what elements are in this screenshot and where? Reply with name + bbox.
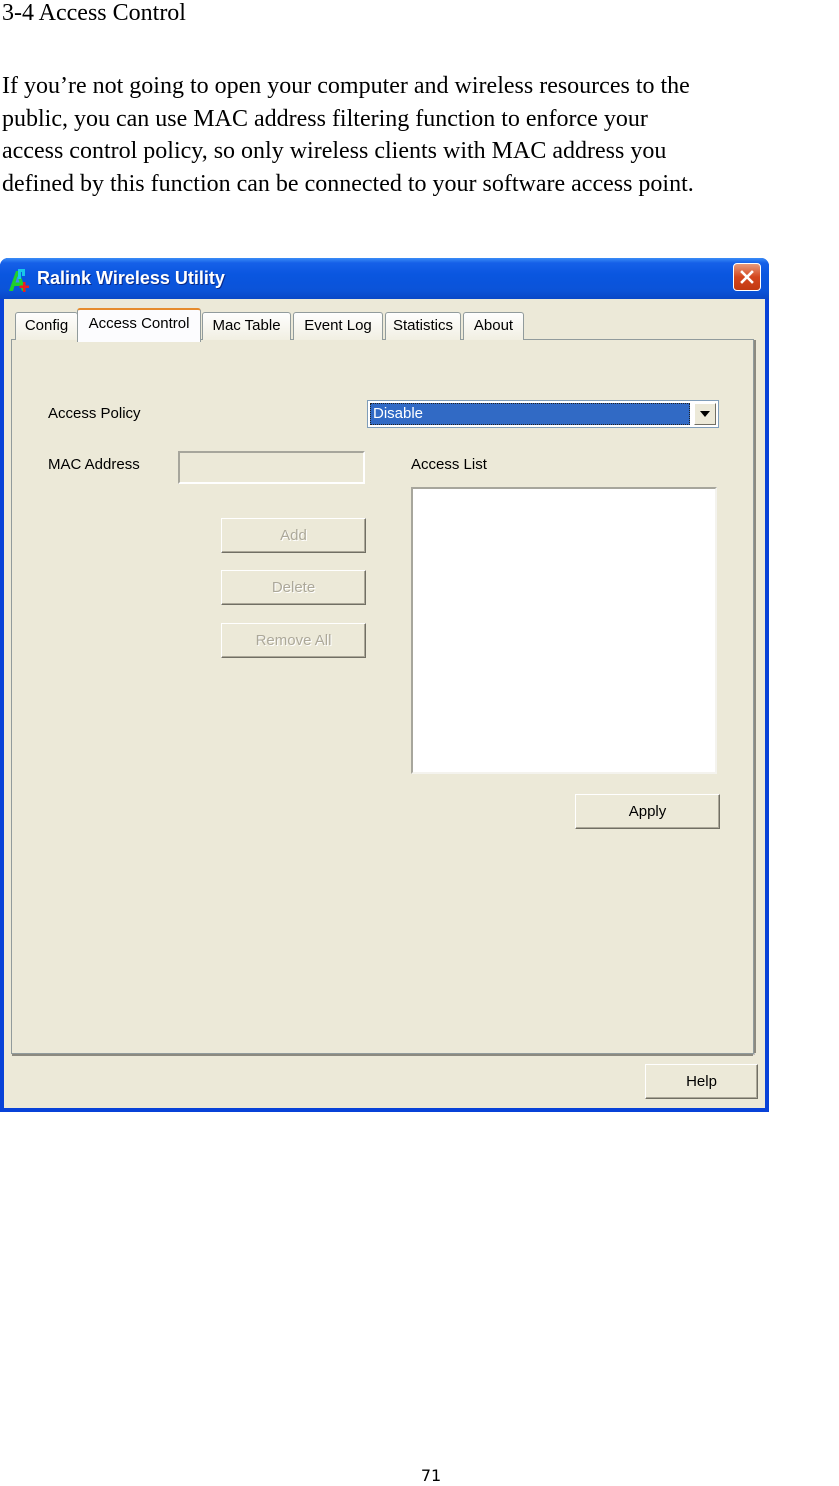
help-button[interactable]: Help [645, 1064, 758, 1099]
close-x-icon [740, 270, 754, 284]
title-bar[interactable]: Ralink Wireless Utility [0, 258, 769, 299]
chevron-down-icon [700, 411, 710, 417]
tab-config[interactable]: Config [15, 312, 78, 340]
window-bottom-border [0, 1108, 769, 1112]
ralink-app-icon [9, 269, 29, 292]
paragraph-line: If you’re not going to open your compute… [2, 73, 690, 99]
apply-button[interactable]: Apply [575, 794, 720, 829]
dropdown-button[interactable] [694, 403, 716, 425]
paragraph-line: public, you can use MAC address filterin… [2, 105, 648, 132]
tab-event-log[interactable]: Event Log [293, 312, 383, 340]
add-button[interactable]: Add [221, 518, 366, 553]
access-policy-label: Access Policy [48, 405, 141, 422]
paragraph-line: defined by this function can be connecte… [2, 170, 694, 197]
paragraph-line: access control policy, so only wireless … [2, 138, 667, 164]
page-number: 71 [420, 1466, 442, 1485]
doc-paragraph: If you’re not going to open your compute… [2, 70, 839, 200]
close-button[interactable] [733, 263, 761, 291]
remove-all-button[interactable]: Remove All [221, 623, 366, 658]
delete-button[interactable]: Delete [221, 570, 366, 605]
doc-heading: 3-4 Access Control [2, 0, 186, 26]
access-list-label: Access List [411, 456, 487, 473]
access-policy-value: Disable [370, 403, 690, 425]
tab-statistics[interactable]: Statistics [385, 312, 461, 340]
tab-mac-table[interactable]: Mac Table [202, 312, 291, 340]
access-list-box[interactable] [411, 487, 717, 774]
mac-address-input[interactable] [178, 451, 365, 484]
tab-access-control[interactable]: Access Control [77, 308, 201, 342]
access-policy-select[interactable]: Disable [367, 400, 719, 428]
mac-address-label: MAC Address [48, 456, 140, 473]
window-title: Ralink Wireless Utility [37, 268, 225, 288]
tab-about[interactable]: About [463, 312, 524, 340]
